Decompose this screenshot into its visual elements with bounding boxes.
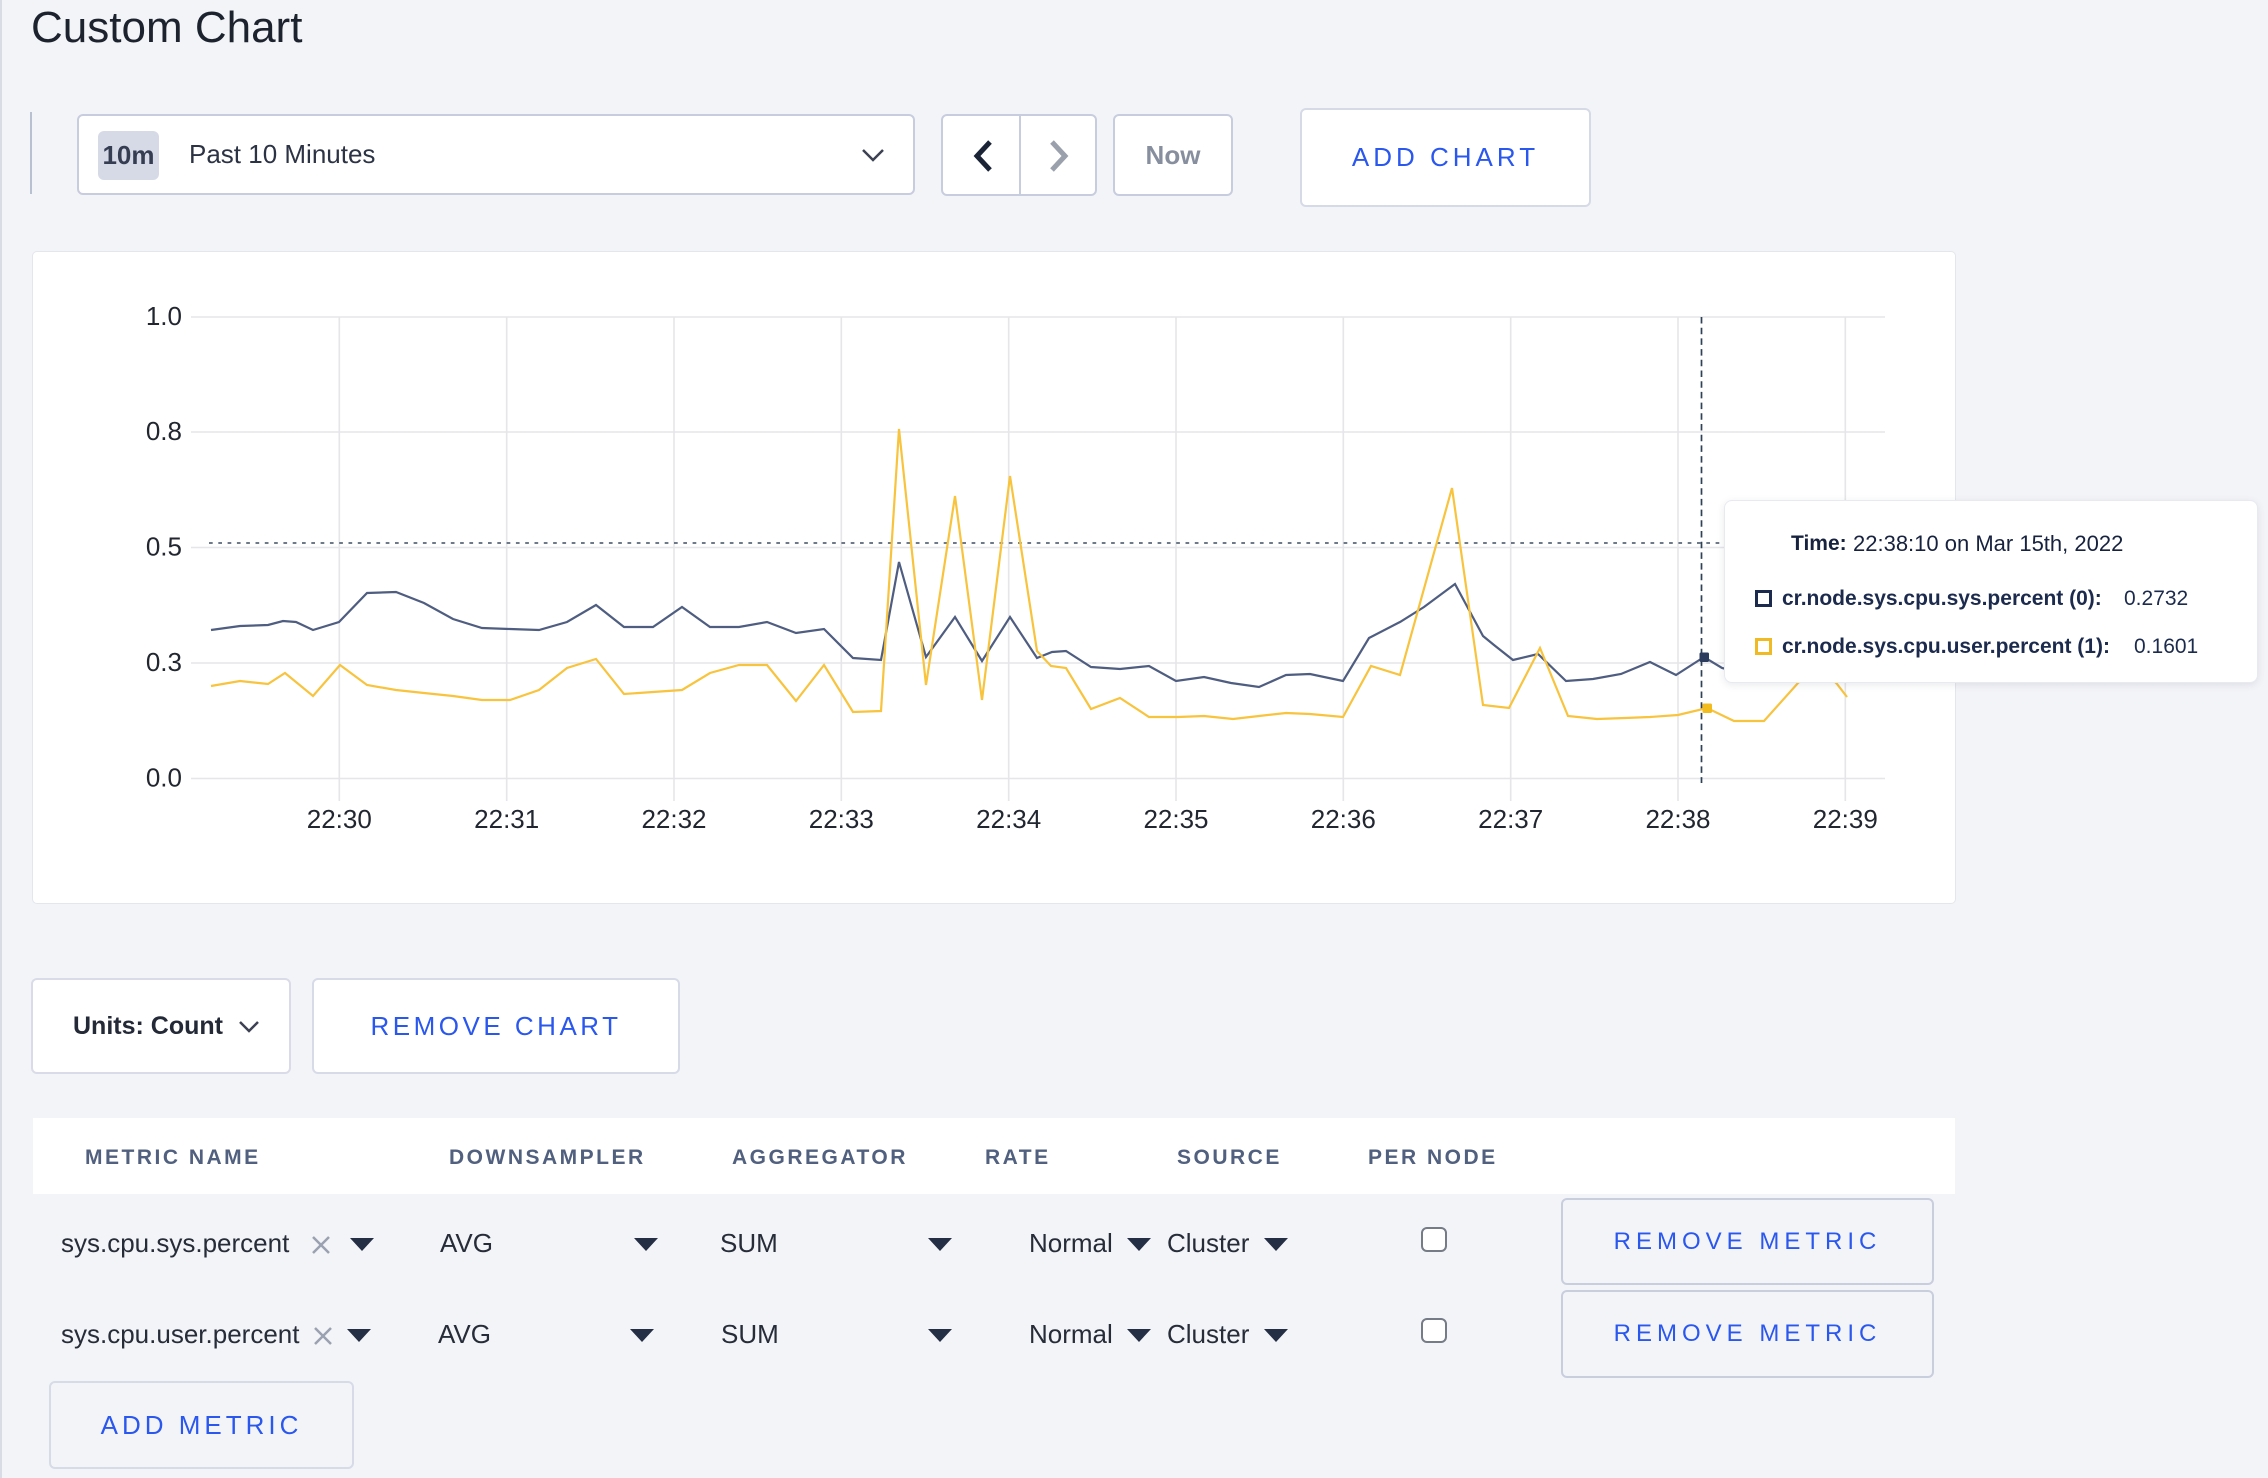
svg-text:22:32: 22:32 [641,804,706,834]
svg-text:22:33: 22:33 [809,804,874,834]
svg-text:22:38: 22:38 [1645,804,1710,834]
svg-text:22:31: 22:31 [474,804,539,834]
svg-text:0.8: 0.8 [146,416,182,446]
svg-text:22:37: 22:37 [1478,804,1543,834]
svg-text:0.5: 0.5 [146,532,182,562]
svg-text:1.0: 1.0 [146,301,182,331]
svg-text:22:35: 22:35 [1143,804,1208,834]
svg-text:22:30: 22:30 [307,804,372,834]
svg-text:22:36: 22:36 [1311,804,1376,834]
svg-text:22:39: 22:39 [1813,804,1878,834]
svg-text:0.3: 0.3 [146,647,182,677]
svg-text:22:34: 22:34 [976,804,1041,834]
svg-text:0.0: 0.0 [146,763,182,793]
